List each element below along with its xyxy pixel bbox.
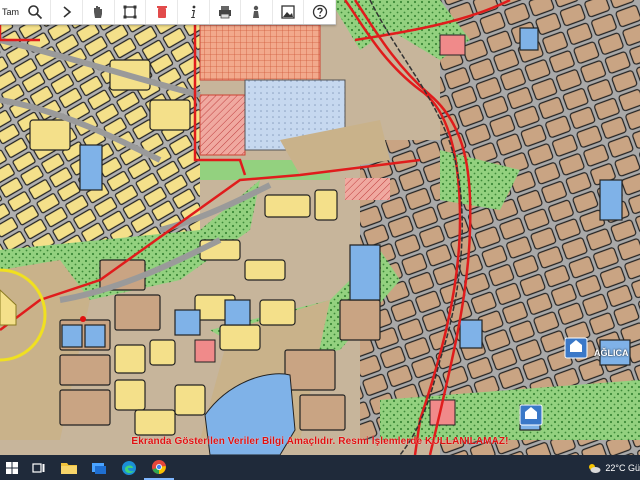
taskbar: 22°C Gü xyxy=(0,455,640,480)
toolbar-label: Tam xyxy=(2,7,20,17)
zoning-map[interactable] xyxy=(0,0,640,455)
pan-hand-icon[interactable] xyxy=(83,0,115,24)
weather-text[interactable]: 22°C Gü xyxy=(601,463,640,473)
info-icon[interactable] xyxy=(178,0,210,24)
weather-icon xyxy=(589,463,601,473)
system-tray: 22°C Gü xyxy=(587,455,640,480)
edge-icon[interactable] xyxy=(114,455,144,480)
search-icon[interactable] xyxy=(20,0,52,24)
image-icon[interactable] xyxy=(273,0,305,24)
delete-icon[interactable] xyxy=(146,0,178,24)
arrow-icon[interactable] xyxy=(51,0,84,24)
app-icon[interactable] xyxy=(84,455,114,480)
disclaimer-text: Ekranda Gösterilen Veriler Bilgi Amaçlıd… xyxy=(131,436,509,447)
chrome-icon[interactable] xyxy=(144,455,174,480)
file-explorer-icon[interactable] xyxy=(54,455,84,480)
fullscreen-icon[interactable] xyxy=(115,0,147,24)
start-icon[interactable] xyxy=(0,455,24,480)
print-icon[interactable] xyxy=(210,0,242,24)
task-view-icon[interactable] xyxy=(24,455,54,480)
help-icon[interactable] xyxy=(304,0,337,24)
map-toolbar: Tam xyxy=(0,0,337,25)
person-icon[interactable] xyxy=(241,0,273,24)
place-label: AĞLICA xyxy=(594,348,629,358)
